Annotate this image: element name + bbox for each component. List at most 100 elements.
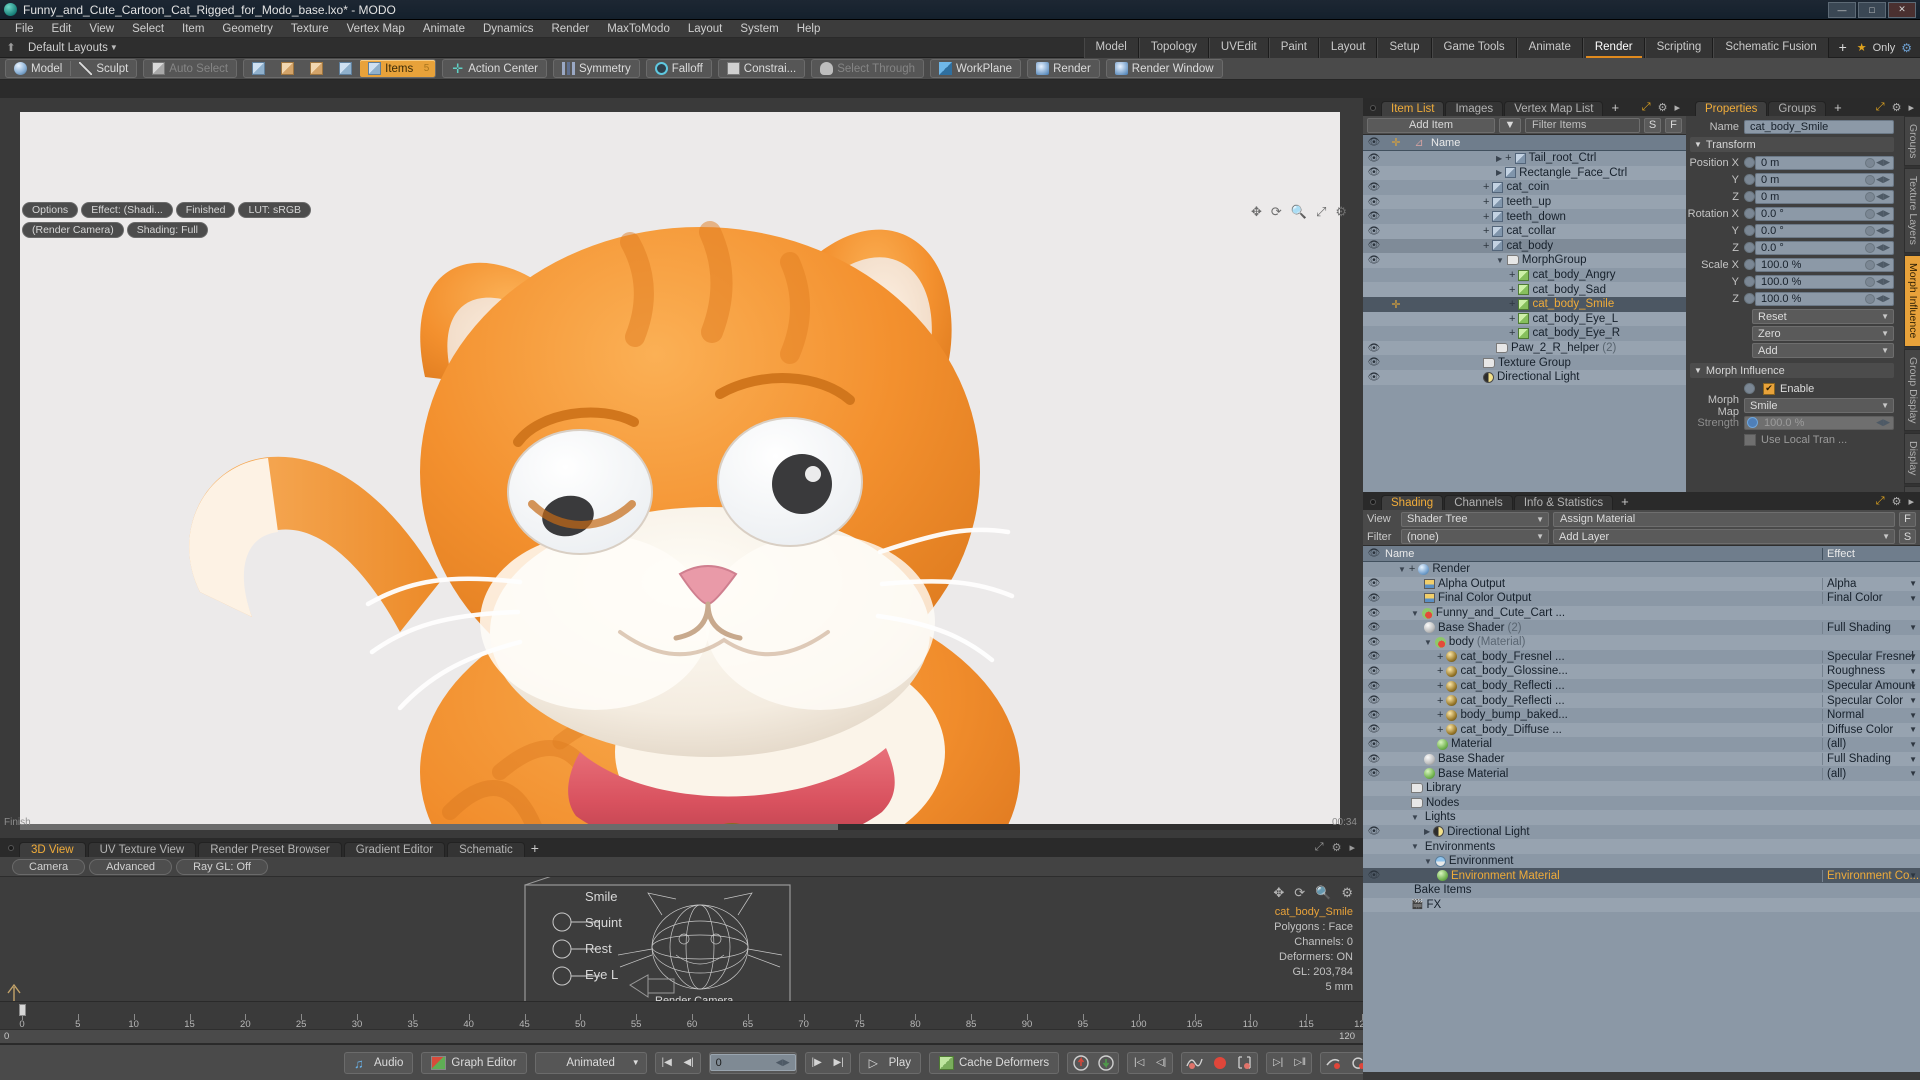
shading-s-button[interactable]: S (1899, 529, 1916, 544)
menu-view[interactable]: View (80, 20, 123, 38)
table-row[interactable]: 👁 Base Shader Full Shading ▼ (1363, 751, 1920, 767)
timeline-playhead[interactable] (19, 1004, 26, 1016)
expand-arrow-icon[interactable]: ▼ (1411, 842, 1419, 851)
list-item[interactable]: ▼ + Render (1385, 563, 1822, 575)
rotate-icon[interactable]: ⟳ (1271, 204, 1282, 220)
layout-tab-setup[interactable]: Setup (1377, 37, 1432, 58)
shading-maximize-icon[interactable]: ⤢ (1876, 495, 1885, 508)
add-icon[interactable]: + (1483, 181, 1489, 193)
list-item[interactable]: + body_bump_baked... (1385, 709, 1822, 721)
effect-cell[interactable]: Specular Amount ▼ (1822, 680, 1920, 693)
select-through-button[interactable]: Select Through (812, 60, 923, 77)
list-item[interactable]: + cat_body_Smile (1431, 298, 1614, 310)
add-icon[interactable]: + (1483, 225, 1489, 237)
list-item[interactable]: ▶ Rectangle_Face_Ctrl (1431, 167, 1627, 179)
mini-zoom-icon[interactable]: 🔍 (1315, 885, 1331, 901)
panel-gear-icon[interactable]: ⚙ (1658, 101, 1668, 114)
viewport-chip-shading--full[interactable]: Shading: Full (126, 222, 208, 238)
property-spinner-icon[interactable]: ◀▶ (1876, 225, 1890, 236)
effect-cell[interactable]: Specular Color ▼ (1822, 694, 1920, 707)
table-row[interactable]: ▼+ Render▼ (1363, 562, 1920, 577)
frame-spinner-icon[interactable]: ◀▶ (776, 1057, 790, 1068)
chevron-down-icon[interactable]: ▼ (1909, 652, 1917, 661)
property-input[interactable]: 100.0 % ◀▶ (1755, 274, 1894, 289)
transform-dropdown-zero[interactable]: Zero ▼ (1752, 326, 1894, 341)
list-item[interactable]: + teeth_down (1431, 211, 1566, 223)
visibility-eye-icon[interactable]: 👁 (1363, 622, 1385, 633)
next-key-button[interactable]: ▷| (1267, 1053, 1289, 1073)
visibility-eye-icon[interactable]: 👁 (1363, 651, 1385, 662)
table-row[interactable]: + cat_body_Angry (1363, 268, 1686, 283)
key-shape-icon[interactable] (1321, 1052, 1346, 1073)
table-row[interactable]: 🎬 FX (1363, 897, 1920, 913)
shading-tab-info---statistics[interactable]: Info & Statistics (1513, 495, 1614, 510)
table-row[interactable]: 👁 + cat_collar (1363, 223, 1686, 239)
table-row[interactable]: 👁 + cat_coin (1363, 180, 1686, 195)
menu-texture[interactable]: Texture (282, 20, 338, 38)
layout-tab-model[interactable]: Model (1083, 37, 1139, 58)
property-knob[interactable] (1744, 225, 1755, 236)
chevron-down-icon[interactable]: ▼ (1909, 755, 1917, 764)
falloff-button[interactable]: Falloff (647, 60, 711, 77)
add-item-tab-button[interactable]: + (1604, 100, 1626, 116)
property-anim-knob[interactable] (1865, 174, 1875, 185)
layout-tab-render[interactable]: Render (1582, 37, 1645, 58)
item-list-tab-vertex-map-list[interactable]: Vertex Map List (1504, 101, 1604, 116)
action-center-button[interactable]: ✛ Action Center (443, 60, 546, 77)
table-row[interactable]: ✛ + cat_body_Smile (1363, 296, 1686, 312)
property-anim-knob[interactable] (1865, 225, 1875, 236)
property-spinner-icon[interactable]: ◀▶ (1876, 174, 1890, 185)
property-input[interactable]: 0.0 ° ◀▶ (1755, 206, 1894, 221)
menu-file[interactable]: File (6, 20, 43, 38)
menu-select[interactable]: Select (123, 20, 173, 38)
expand-arrow-icon[interactable]: ▼ (1411, 609, 1419, 618)
list-item[interactable]: Library (1385, 782, 1822, 794)
item-list-rows[interactable]: 👁 ▶ + Tail_root_Ctrl 👁 ▶ Rectangle_Face_Ctrl 👁 +… (1363, 151, 1686, 494)
table-row[interactable]: 👁 + cat_body_Fresnel ... Specular Fresnel ▼ (1363, 650, 1920, 665)
audio-button[interactable]: ♫ Audio (345, 1053, 412, 1073)
expand-arrow-icon[interactable]: ▼ (1424, 638, 1432, 647)
visibility-eye-icon[interactable]: 👁 (1363, 578, 1385, 589)
vertex-mode-button[interactable] (244, 60, 273, 77)
mode-sculpt-button[interactable]: Sculpt (71, 60, 136, 77)
list-item[interactable]: + cat_body_Diffuse ... (1385, 724, 1822, 736)
table-row[interactable]: 👁 + body_bump_baked... Normal ▼ (1363, 708, 1920, 723)
gear-icon[interactable]: ⚙ (1901, 41, 1912, 55)
chevron-down-icon[interactable]: ▼ (1909, 711, 1917, 720)
effect-cell[interactable]: Environment Co... ▼ (1822, 869, 1920, 882)
chevron-down-icon[interactable]: ▼ (1909, 725, 1917, 734)
effect-cell[interactable]: Specular Fresnel ▼ (1822, 650, 1920, 663)
add-icon[interactable]: + (1409, 563, 1415, 575)
panel-menu-dot[interactable] (1370, 105, 1376, 111)
property-input[interactable]: 0 m ◀▶ (1755, 172, 1894, 187)
bottom-tab-schematic[interactable]: Schematic (447, 842, 525, 857)
list-item[interactable]: + cat_body_Glossine... (1385, 665, 1822, 677)
menu-layout[interactable]: Layout (679, 20, 732, 38)
table-row[interactable]: 👁 Texture Group (1363, 355, 1686, 370)
load-key-icon[interactable] (1068, 1052, 1093, 1073)
list-item[interactable]: Texture Group (1431, 357, 1571, 369)
effect-cell[interactable]: Roughness ▼ (1822, 665, 1920, 678)
table-row[interactable]: 👁 Final Color Output Final Color ▼ (1363, 591, 1920, 606)
add-icon[interactable]: + (1483, 196, 1489, 208)
property-anim-knob[interactable] (1865, 259, 1875, 270)
property-anim-knob[interactable] (1865, 242, 1875, 253)
property-knob[interactable] (1744, 157, 1755, 168)
list-item[interactable]: + cat_coin (1431, 181, 1549, 193)
add-icon[interactable]: + (1437, 665, 1443, 677)
list-item[interactable]: Base Shader (1385, 753, 1822, 765)
add-icon[interactable]: + (1437, 680, 1443, 692)
table-row[interactable]: 👁 + cat_body_Glossine... Roughness ▼ (1363, 664, 1920, 679)
items-mode-button[interactable]: Items 5 (360, 60, 436, 77)
visibility-eye-icon[interactable]: 👁 (1363, 724, 1385, 735)
only-label[interactable]: Only (1873, 42, 1896, 54)
table-row[interactable]: 👁 + cat_body (1363, 238, 1686, 254)
list-item[interactable]: + teeth_up (1431, 196, 1551, 208)
name-field-input[interactable]: cat_body_Smile (1744, 119, 1894, 134)
chevron-down-icon[interactable]: ▼ (1909, 623, 1917, 632)
list-item[interactable]: + cat_body_Angry (1431, 269, 1616, 281)
visibility-eye-icon[interactable]: 👁 (1363, 695, 1385, 706)
prev-key-button[interactable]: |◁ (1128, 1053, 1150, 1073)
viewport-chip-effect---shadi---[interactable]: Effect: (Shadi... (81, 202, 173, 218)
lock-cell[interactable]: ✛ (1385, 298, 1407, 311)
